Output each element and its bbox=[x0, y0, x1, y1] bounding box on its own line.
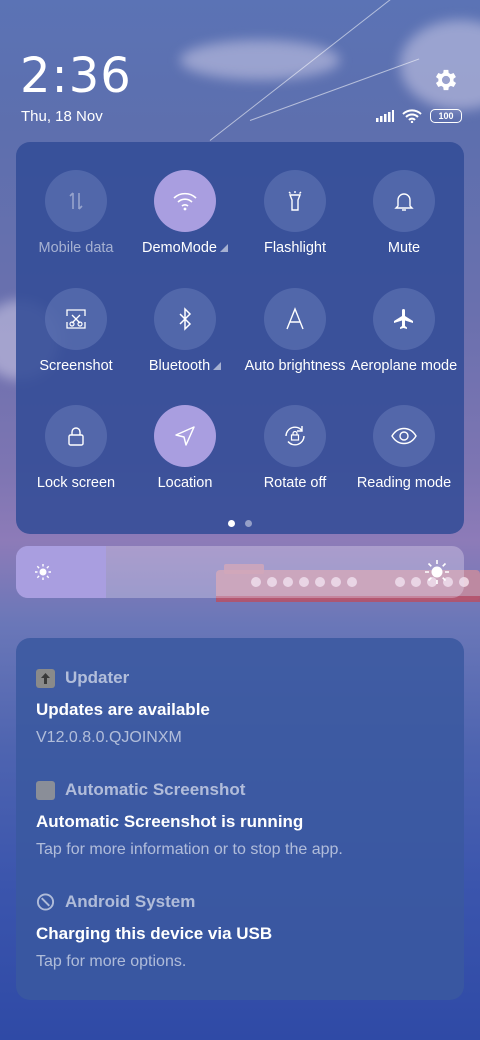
brightness-slider[interactable] bbox=[16, 546, 464, 598]
brightness-high-icon bbox=[425, 560, 449, 584]
tile-auto-brightness[interactable]: Auto brightness bbox=[239, 288, 351, 374]
location-button[interactable] bbox=[154, 405, 216, 467]
tile-mobile-data[interactable]: Mobile data bbox=[20, 170, 132, 256]
status-header: 2:36 Thu, 18 Nov 100 bbox=[0, 0, 480, 140]
tile-label: DemoMode bbox=[142, 240, 217, 256]
flashlight-button[interactable] bbox=[264, 170, 326, 232]
notification-app-name: Updater bbox=[65, 668, 130, 687]
updater-icon bbox=[36, 668, 55, 688]
page-dot-active bbox=[228, 520, 235, 527]
quick-settings-panel: Mobile data DemoMode Flashlight Mute Scr… bbox=[16, 142, 464, 534]
location-icon bbox=[175, 426, 195, 446]
notification-title: Automatic Screenshot is running bbox=[36, 812, 304, 831]
notification-app-row: Automatic Screenshot bbox=[36, 780, 456, 800]
brightness-fill bbox=[16, 546, 106, 598]
tile-aeroplane[interactable]: Aeroplane mode bbox=[348, 288, 460, 374]
notification-panel: Updater Updates are available V12.0.8.0.… bbox=[16, 638, 464, 1000]
battery-icon: 100 bbox=[430, 109, 462, 123]
tile-rotate[interactable]: Rotate off bbox=[239, 405, 351, 491]
lock-screen-button[interactable] bbox=[45, 405, 107, 467]
screenshot-icon bbox=[66, 309, 86, 329]
notification-updater[interactable]: Updater Updates are available V12.0.8.0.… bbox=[36, 668, 456, 747]
reading-mode-button[interactable] bbox=[373, 405, 435, 467]
wifi-button[interactable] bbox=[154, 170, 216, 232]
tile-label: Aeroplane mode bbox=[350, 358, 458, 374]
notification-text: Tap for more information or to stop the … bbox=[36, 841, 343, 858]
screenshot-button[interactable] bbox=[45, 288, 107, 350]
tile-label: Flashlight bbox=[263, 240, 327, 256]
expand-triangle-icon bbox=[213, 362, 222, 370]
bluetooth-icon bbox=[179, 307, 192, 331]
tile-label-wrap: Bluetooth bbox=[129, 358, 241, 374]
rotate-lock-icon bbox=[285, 426, 305, 446]
notification-automatic-screenshot[interactable]: Automatic Screenshot Automatic Screensho… bbox=[36, 780, 456, 859]
app-square-icon bbox=[36, 780, 55, 800]
mobile-data-button[interactable] bbox=[45, 170, 107, 232]
eye-icon bbox=[391, 427, 417, 445]
airplane-icon bbox=[394, 309, 413, 329]
bell-icon bbox=[394, 193, 414, 211]
tile-lock-screen[interactable]: Lock screen bbox=[20, 405, 132, 491]
tile-label: Location bbox=[157, 475, 213, 491]
tile-wifi[interactable]: DemoMode bbox=[129, 170, 241, 256]
notification-app-row: Android System bbox=[36, 892, 456, 912]
page-indicator bbox=[0, 520, 480, 527]
flashlight-icon bbox=[288, 191, 302, 211]
auto-brightness-icon bbox=[286, 307, 304, 330]
tile-reading-mode[interactable]: Reading mode bbox=[348, 405, 460, 491]
tile-label: Screenshot bbox=[39, 358, 113, 374]
notification-app-name: Automatic Screenshot bbox=[65, 780, 246, 799]
date[interactable]: Thu, 18 Nov bbox=[21, 108, 103, 125]
auto-brightness-button[interactable] bbox=[264, 288, 326, 350]
expand-triangle-icon bbox=[219, 244, 228, 252]
battery-level: 100 bbox=[438, 110, 454, 121]
mobile-data-icon bbox=[69, 192, 83, 210]
notification-app-row: Updater bbox=[36, 668, 456, 688]
aeroplane-button[interactable] bbox=[373, 288, 435, 350]
tile-flashlight[interactable]: Flashlight bbox=[239, 170, 351, 256]
bluetooth-button[interactable] bbox=[154, 288, 216, 350]
tile-label: Bluetooth bbox=[148, 358, 211, 374]
notification-text: Tap for more options. bbox=[36, 953, 187, 970]
tile-label: Auto brightness bbox=[244, 358, 346, 374]
notification-title: Charging this device via USB bbox=[36, 924, 273, 943]
tile-mute[interactable]: Mute bbox=[348, 170, 460, 256]
notification-title: Updates are available bbox=[36, 700, 210, 719]
tile-location[interactable]: Location bbox=[129, 405, 241, 491]
tile-label: Reading mode bbox=[356, 475, 452, 491]
tile-label-wrap: DemoMode bbox=[129, 240, 241, 256]
signal-icon bbox=[376, 110, 394, 122]
clock[interactable]: 2:36 bbox=[20, 48, 132, 104]
android-system-icon bbox=[36, 893, 55, 912]
gear-icon[interactable] bbox=[432, 66, 460, 94]
tile-label: Mute bbox=[387, 240, 421, 256]
wifi-icon bbox=[173, 192, 197, 211]
wifi-status-icon bbox=[402, 109, 422, 123]
brightness-low-icon bbox=[35, 564, 51, 580]
tile-screenshot[interactable]: Screenshot bbox=[20, 288, 132, 374]
tile-label: Lock screen bbox=[36, 475, 116, 491]
page-dot bbox=[245, 520, 252, 527]
rotate-button[interactable] bbox=[264, 405, 326, 467]
notification-android-system[interactable]: Android System Charging this device via … bbox=[36, 892, 456, 971]
tile-label: Rotate off bbox=[263, 475, 327, 491]
notification-text: V12.0.8.0.QJOINXM bbox=[36, 729, 182, 746]
system-icons: 100 bbox=[376, 109, 462, 123]
lock-icon bbox=[68, 427, 84, 446]
tile-label: Mobile data bbox=[38, 240, 114, 256]
notification-app-name: Android System bbox=[65, 892, 196, 911]
mute-button[interactable] bbox=[373, 170, 435, 232]
tile-bluetooth[interactable]: Bluetooth bbox=[129, 288, 241, 374]
